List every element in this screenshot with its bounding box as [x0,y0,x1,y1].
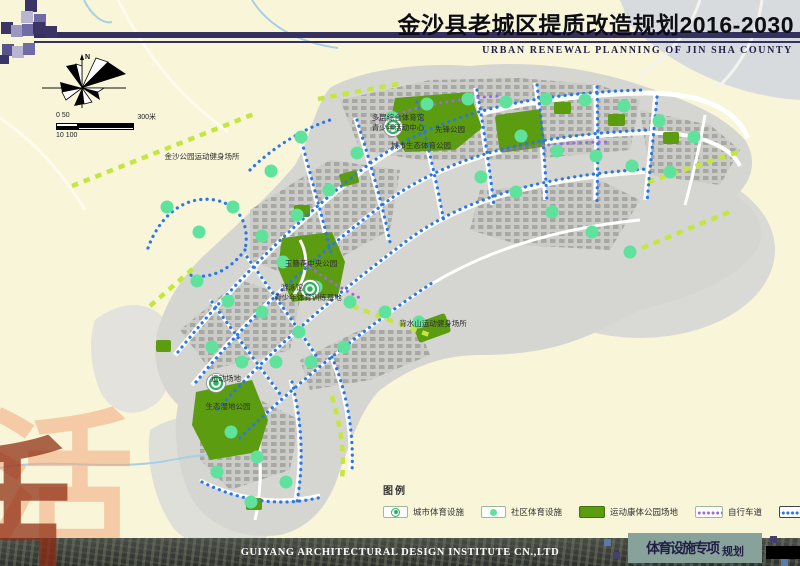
dot-icon [490,509,497,516]
map-label-multi-gym: 多层综合体育馆 [372,112,425,122]
legend-row: 城市体育设施 社区体育设施 运动康体公园场地 自行车道 康体步道 [383,506,797,518]
north-arrow-icon [80,54,84,60]
stamp-main-text: 体育设施专项 [646,538,718,558]
fitness-trail-swatch [779,506,800,518]
legend-item-park-ground: 运动康体公园场地 [579,506,678,518]
map-label-jinsha-park: 金沙公园运动健身场所 [165,151,240,161]
legend-item-label: 运动康体公园场地 [610,506,678,518]
scale-ticks-bottom: 10 100 [56,132,77,139]
footer-deco-pixel [613,552,620,559]
map-label-xianfeng-park: 先锋公园 [435,124,465,134]
pixel-logo [0,0,70,70]
map-label-training-base: 青少年体育训练基地 [274,292,342,302]
company-name: GUIYANG ARCHITECTURAL DESIGN INSTITUTE C… [241,547,560,558]
community-facility-swatch [481,506,506,518]
map-label-central-park: 玉簪花中央公园 [285,258,338,268]
city-facility-swatch [383,506,408,518]
footer-black-bar [766,546,800,559]
stamp-suffix-text: 规划 [722,543,744,559]
bike-lane-swatch [695,506,723,518]
map-label-eco-sports-park: 城市生态体育公园 [391,140,451,150]
scale-bar: 0 50 300米 10 100 [56,112,156,139]
legend: 图例 城市体育设施 社区体育设施 运动康体公园场地 自行车道 [383,482,797,518]
map-label-wetland-park: 生态湿地公园 [206,401,251,411]
target-icon [391,508,400,517]
legend-item-bike-lane: 自行车道 [695,506,762,518]
footer-deco-pixel [781,559,788,566]
plan-stamp: 体育设施专项 规划 [628,533,762,563]
park-ground-swatch [579,506,605,518]
planning-poster: 金沙公园运动健身场所 多层综合体育馆 青少年活动中心 先锋公园 城市生态体育公园… [0,0,800,566]
footer-deco-pixel [770,536,777,543]
page-subtitle: URBAN RENEWAL PLANNING OF JIN SHA COUNTY [482,45,793,56]
north-label: N [85,54,90,61]
legend-item-community-facility: 社区体育设施 [481,506,562,518]
footer-deco-pixel [604,539,611,546]
legend-item-label: 城市体育设施 [413,506,464,518]
map-label-sports-ground: 运动场地 [211,373,241,383]
title-underline-thin [34,41,800,43]
map-label-youth-center: 青少年活动中心 [372,122,425,132]
map-label-beishui-hill: 背水山运动健身场所 [399,318,467,328]
watermark-char-red: 活 [0,436,72,566]
legend-item-label: 自行车道 [728,506,762,518]
legend-item-fitness-trail: 康体步道 [779,506,800,518]
page-title: 金沙县老城区提质改造规划2016-2030 [398,6,795,40]
scale-ticks-top: 0 50 [56,112,70,122]
scale-end-label: 300米 [137,112,156,122]
legend-title: 图例 [383,482,797,497]
scale-bar-graphic [56,123,156,131]
legend-item-label: 社区体育设施 [511,506,562,518]
legend-item-city-facility: 城市体育设施 [383,506,464,518]
map-label-natatorium: 游泳馆 [281,282,304,292]
